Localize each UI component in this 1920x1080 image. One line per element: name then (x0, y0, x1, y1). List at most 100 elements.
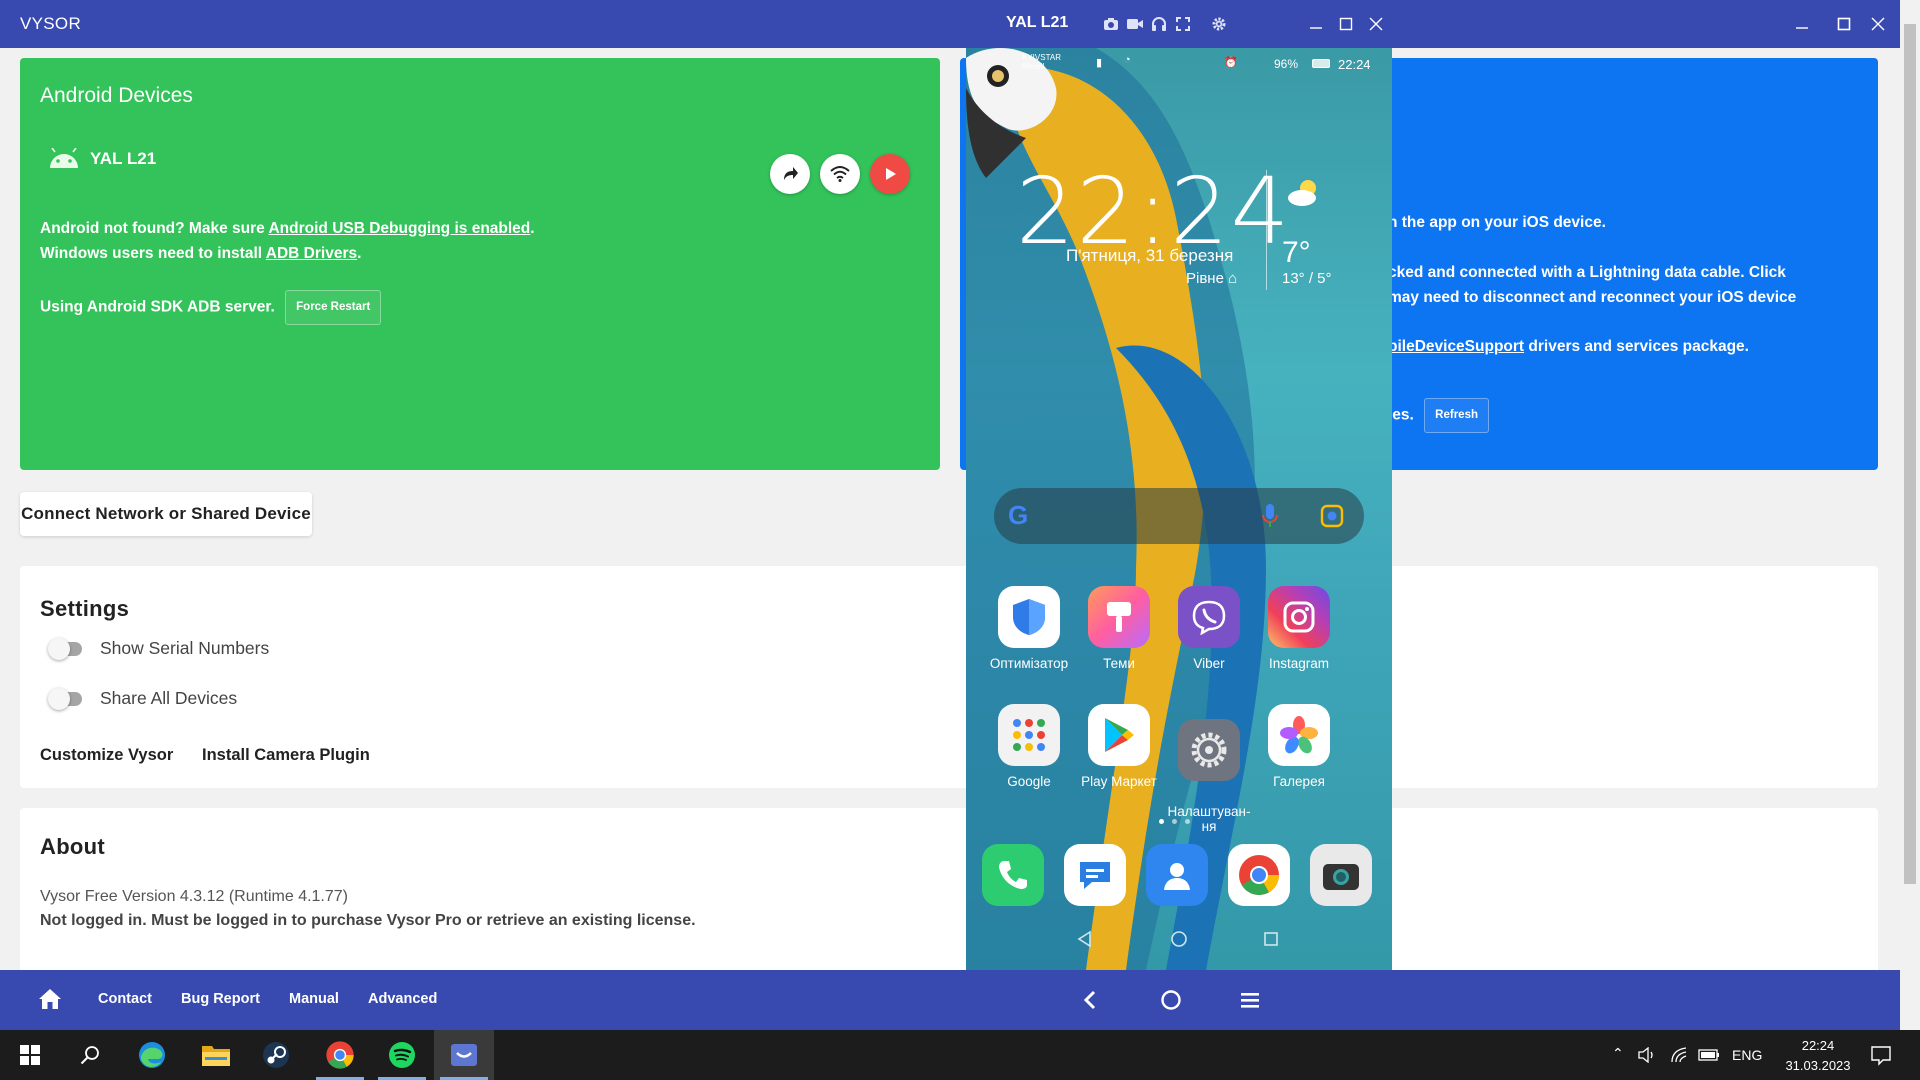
view-device-button[interactable] (870, 154, 910, 194)
mic-icon[interactable] (1262, 504, 1278, 528)
camera-icon (1104, 18, 1118, 30)
temperature-range: 13° / 5° (1282, 270, 1332, 287)
minimize-button[interactable] (1788, 10, 1816, 38)
record-button[interactable] (1126, 15, 1144, 33)
taskbar-file-explorer[interactable] (186, 1030, 246, 1080)
chevron-left-icon[interactable] (1082, 990, 1098, 1010)
home-icon (39, 989, 61, 1009)
google-search-bar[interactable]: G (994, 488, 1364, 544)
phone-settings-button[interactable] (1210, 15, 1228, 33)
chrome-icon (326, 1041, 354, 1069)
app-instagram[interactable]: Instagram (1254, 586, 1344, 671)
manual-link[interactable]: Manual (289, 991, 339, 1007)
notification-center-icon[interactable] (1870, 1044, 1892, 1066)
taskbar-spotify[interactable] (372, 1030, 432, 1080)
main-content: Android Devices YAL L21 Android not foun… (0, 48, 1900, 970)
ios-help-line-3: may need to disconnect and reconnect you… (1388, 289, 1797, 306)
toggle-switch[interactable] (48, 637, 82, 660)
mobile-device-support-link[interactable]: bileDeviceSupport (1388, 338, 1524, 355)
android-recents-button[interactable] (1262, 930, 1280, 948)
clock[interactable]: 22:24 31.03.2023 (1768, 1036, 1868, 1076)
version-text: Vysor Free Version 4.3.12 (Runtime 4.1.7… (40, 888, 348, 905)
customize-vysor-link[interactable]: Customize Vysor (40, 746, 173, 765)
taskbar-steam[interactable] (246, 1030, 306, 1080)
language-indicator[interactable]: ENG (1732, 1047, 1762, 1063)
app-settings[interactable]: Налаштуван- ня (1164, 704, 1254, 849)
bug-report-link[interactable]: Bug Report (181, 991, 260, 1007)
android-home-button[interactable] (1170, 930, 1188, 948)
phone-minimize-button[interactable] (1302, 10, 1330, 38)
help-text-suffix: . (357, 245, 362, 262)
dock-camera[interactable] (1310, 844, 1372, 906)
wifi-status-icon: ◔ (1124, 54, 1131, 66)
toggle-show-serial-numbers[interactable]: Show Serial Numbers (48, 637, 269, 660)
battery-icon[interactable] (1698, 1048, 1720, 1062)
taskbar-vysor[interactable] (434, 1030, 494, 1080)
network-icon[interactable] (1670, 1047, 1688, 1063)
city-name: Рівне (1186, 270, 1224, 287)
android-back-button[interactable] (1076, 930, 1094, 948)
lens-icon[interactable] (1320, 504, 1344, 528)
maximize-button[interactable] (1830, 10, 1858, 38)
contact-link[interactable]: Contact (98, 991, 152, 1007)
google-g-icon: G (1008, 500, 1029, 530)
home-button[interactable] (38, 988, 62, 1015)
audio-button[interactable] (1150, 15, 1168, 33)
scrollbar-thumb[interactable] (1904, 24, 1916, 884)
app-play-market[interactable]: Play Маркет (1074, 704, 1164, 789)
clock-date: 31.03.2023 (1785, 1058, 1851, 1073)
chrome-icon (1239, 855, 1279, 895)
scrollbar[interactable] (1900, 0, 1920, 1030)
wifi-connect-button[interactable] (820, 154, 860, 194)
dock-chrome[interactable] (1228, 844, 1290, 906)
force-restart-button[interactable]: Force Restart (285, 290, 382, 325)
app-gallery[interactable]: Галерея (1254, 704, 1344, 789)
ios-help-line-1: n the app on your iOS device. (1388, 214, 1606, 231)
adb-drivers-link[interactable]: ADB Drivers (266, 245, 357, 262)
menu-icon[interactable] (1240, 990, 1260, 1010)
windows-taskbar: ⌃ ENG 22:24 31.03.2023 (0, 1030, 1920, 1080)
dock-contacts[interactable] (1146, 844, 1208, 906)
device-row[interactable]: YAL L21 (46, 148, 156, 170)
usb-debugging-link[interactable]: Android USB Debugging is enabled (268, 220, 530, 237)
adb-server-line: Using Android SDK ADB server. Force Rest… (40, 290, 382, 325)
refresh-button[interactable]: Refresh (1424, 398, 1489, 433)
page-dot (1172, 819, 1177, 824)
app-optimizer[interactable]: Оптимізатор (984, 586, 1074, 671)
taskbar-chrome[interactable] (310, 1030, 370, 1080)
phone-maximize-button[interactable] (1332, 10, 1360, 38)
install-camera-plugin-link[interactable]: Install Camera Plugin (202, 746, 370, 765)
phone-close-button[interactable] (1362, 10, 1390, 38)
start-button[interactable] (0, 1030, 60, 1080)
taskbar-edge[interactable] (122, 1030, 182, 1080)
taskbar-search[interactable] (60, 1030, 120, 1080)
dock-phone[interactable] (982, 844, 1044, 906)
toggle-share-all-devices[interactable]: Share All Devices (48, 687, 237, 710)
app-title: VYSOR (20, 14, 82, 33)
share-device-button[interactable] (770, 154, 810, 194)
app-viber[interactable]: Viber (1164, 586, 1254, 671)
app-themes[interactable]: Теми (1074, 586, 1164, 671)
circle-home-icon[interactable] (1160, 989, 1182, 1011)
connect-network-device-button[interactable]: Connect Network or Shared Device (20, 492, 312, 536)
show-hidden-icons-button[interactable]: ⌃ (1612, 1045, 1624, 1062)
toggle-switch[interactable] (48, 687, 82, 710)
app-google-folder[interactable]: Google (984, 704, 1074, 789)
fullscreen-button[interactable] (1174, 15, 1192, 33)
volume-icon[interactable] (1638, 1047, 1656, 1063)
login-status-text: Not logged in. Must be logged in to purc… (40, 912, 696, 929)
page-indicator (1159, 819, 1190, 824)
minimize-icon (1796, 27, 1808, 29)
clock-time: 22:24 (1801, 1038, 1835, 1053)
dock-messages[interactable] (1064, 844, 1126, 906)
close-button[interactable] (1864, 10, 1892, 38)
adb-help-line-2: Windows users need to install ADB Driver… (40, 241, 361, 266)
bottom-nav: Contact Bug Report Manual Advanced (0, 970, 1900, 1030)
headphones-icon (1152, 17, 1166, 31)
screenshot-button[interactable] (1102, 15, 1120, 33)
advanced-link[interactable]: Advanced (368, 991, 437, 1007)
ios-help-line-2: cked and connected with a Lightning data… (1388, 264, 1786, 281)
gear-icon (1212, 17, 1226, 31)
phone-screen[interactable]: KYIVSTAR lifecell ▮ ◔ ⏰ 96% 22:24 22:24 … (966, 48, 1392, 970)
home-location-icon: ⌂ (1228, 270, 1238, 287)
